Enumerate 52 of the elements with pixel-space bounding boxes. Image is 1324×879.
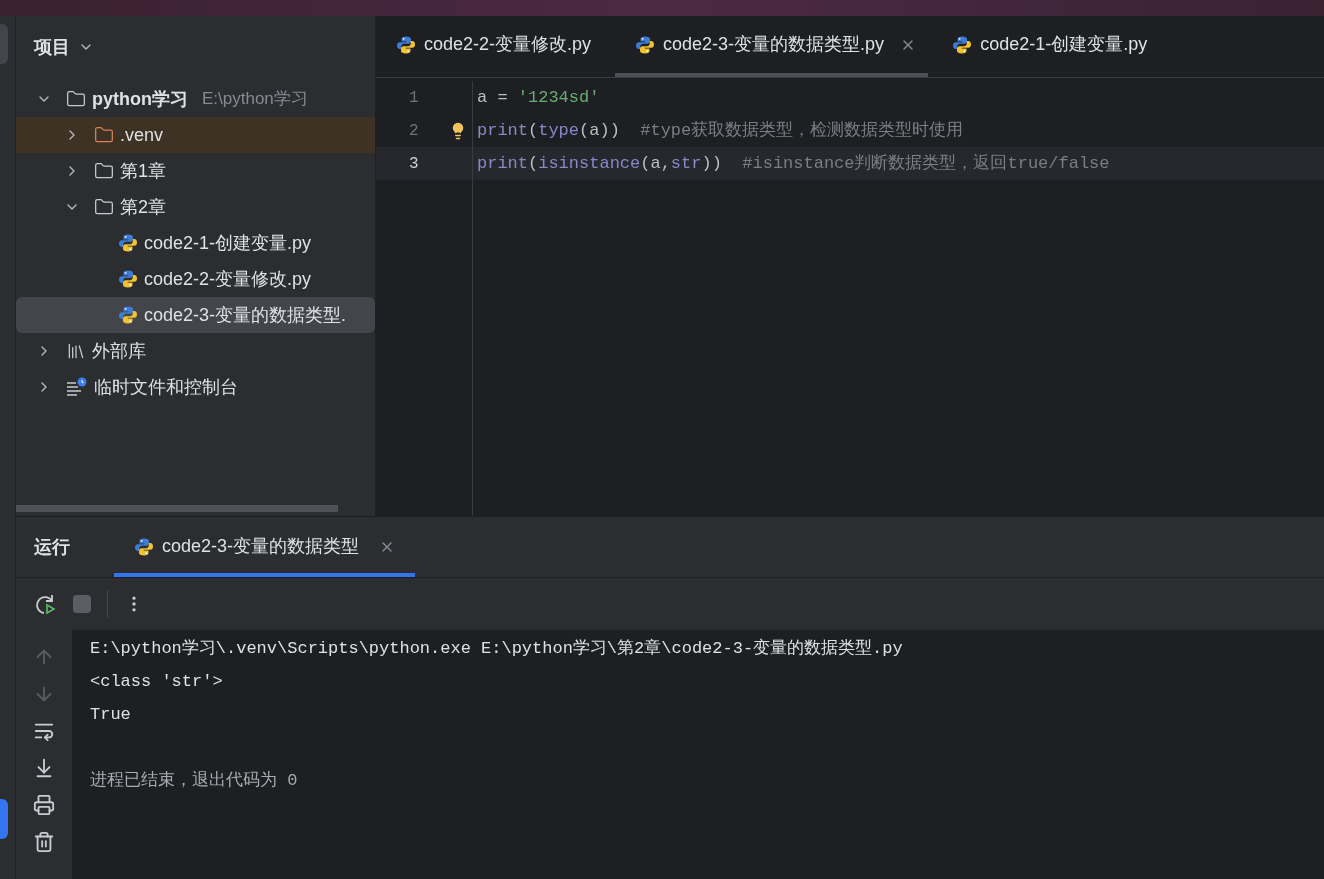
tree-item-label: 第1章 [120,159,166,183]
python-icon [134,536,154,557]
code-line: print(type(a)) #type获取数据类型，检测数据类型时使用 [476,119,965,142]
tree-item[interactable]: 第2章 [16,189,375,225]
tree-item-path: E:\python学习 [202,88,308,111]
panel-title: 运行 [34,535,70,559]
folder-icon [94,161,114,181]
tool-window-button[interactable] [0,799,8,839]
scrollbar[interactable] [16,505,338,512]
console-line: E:\python学习\.venv\Scripts\python.exe E:\python学习\第2章\code2-3-变量的数据类型.py [90,637,903,660]
tree-item[interactable]: code2-3-变量的数据类型. [16,297,375,333]
folder-icon [94,197,114,217]
scratch-list-icon [66,377,88,397]
line-number: 1 [409,87,419,109]
print-icon[interactable] [33,794,55,816]
python-icon [952,34,973,55]
tree-item[interactable]: python学习 E:\python学习 [16,81,375,117]
editor-tab[interactable]: code2-1-创建变量.py [950,16,1150,77]
tree-item[interactable]: .venv [16,117,375,153]
python-icon [396,34,416,55]
python-icon [118,269,138,289]
line-number: 3 [409,153,419,175]
console-line: 进程已结束，退出代码为 0 [90,769,299,792]
python-icon [635,34,656,55]
tree-item-label: code2-3-变量的数据类型. [144,303,347,327]
panel-title[interactable]: 项目 [34,33,70,61]
python-icon [118,233,138,253]
line-number: 2 [409,120,419,142]
tree-item[interactable]: code2-1-创建变量.py [16,225,375,261]
console-line: <class 'str'> [90,670,224,693]
editor-tab[interactable]: code2-3-变量的数据类型.py [615,16,929,77]
python-icon [118,305,138,325]
console-line: True [90,703,132,726]
tree-item-label: 第2章 [120,195,166,219]
tree-item-label: python学习 [92,87,188,111]
tree-item-label: code2-2-变量修改.py [144,267,312,291]
trash-icon[interactable] [33,831,55,853]
tree-item-label: .venv [120,123,164,147]
folder-icon [94,125,114,145]
tree-item-label: 外部库 [92,339,146,363]
tree-item[interactable]: code2-2-变量修改.py [16,261,375,297]
tree-item-label: code2-1-创建变量.py [144,231,312,255]
tree-item[interactable]: 外部库 [16,333,375,369]
folder-icon [66,89,86,109]
editor-tab[interactable]: code2-2-变量修改.py [394,16,594,77]
library-icon [66,341,86,361]
tree-item[interactable]: 第1章 [16,153,375,189]
tree-item[interactable]: 临时文件和控制台 [16,369,375,405]
rerun-icon[interactable] [33,592,57,616]
run-tab[interactable]: code2-3-变量的数据类型 [114,520,416,577]
code-line: a = '1234sd' [476,86,601,109]
tree-item-label: 临时文件和控制台 [94,375,238,399]
